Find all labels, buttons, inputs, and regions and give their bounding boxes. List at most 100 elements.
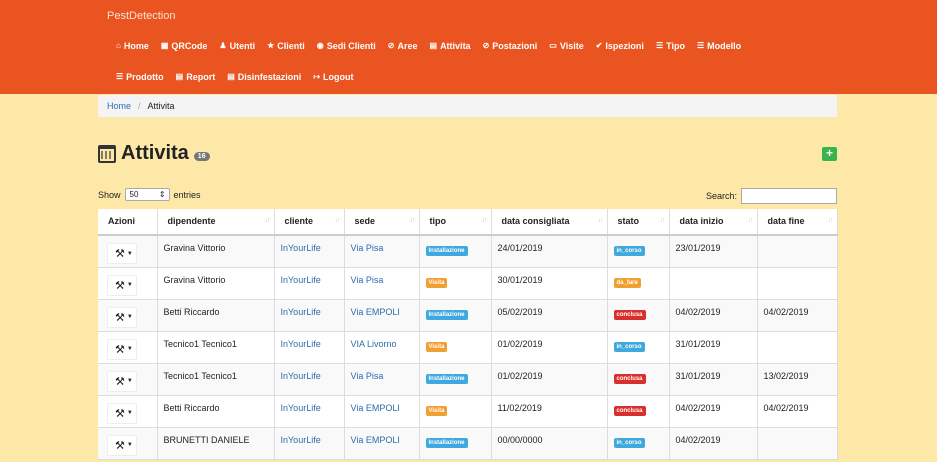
cell-data-consigliata: 30/01/2019 — [491, 267, 608, 300]
column-header-stato[interactable]: stato ↓↑ — [607, 209, 670, 236]
column-header-data-inizio[interactable]: data inizio ↓↑ — [669, 209, 758, 236]
nav-item-ispezioni[interactable]: ✔ Ispezioni — [596, 41, 644, 51]
nav-item-label: Prodotto — [126, 72, 164, 82]
column-header-dipendente[interactable]: dipendente ↓↑ — [157, 209, 275, 236]
column-header-cliente[interactable]: cliente ↓↑ — [274, 209, 345, 236]
cell-sede: Via Pisa — [344, 363, 420, 396]
brand-logo[interactable]: PestDetection — [107, 10, 175, 22]
status-badge: in_corso — [613, 246, 645, 256]
sort-arrows-icon: ↓↑ — [334, 217, 341, 224]
cell-cliente: InYourLife — [274, 267, 345, 300]
cell-stato: conclusa — [607, 299, 670, 332]
report-icon: ▤ — [175, 72, 184, 81]
nav-item-label: Logout — [323, 72, 354, 82]
cell-azioni: ⚒ ▼ — [98, 395, 158, 428]
tipo-badge: Installazione — [425, 373, 468, 384]
cliente-link[interactable]: InYourLife — [281, 371, 321, 381]
nav-item-modello[interactable]: ☰ Modello — [697, 41, 741, 51]
actions-dropdown-button[interactable]: ⚒ ▼ — [107, 370, 137, 392]
entries-select[interactable]: 50 ⇕ — [124, 188, 170, 201]
cell-data-fine: 04/02/2019 — [757, 299, 838, 332]
nav-item-prodotto[interactable]: ☰ Prodotto — [116, 72, 164, 82]
cell-sede: Via EMPOLI — [344, 299, 420, 332]
search-input[interactable] — [741, 188, 838, 204]
actions-dropdown-button[interactable]: ⚒ ▼ — [107, 434, 137, 456]
cliente-link[interactable]: InYourLife — [281, 435, 321, 445]
attivita-icon: ▤ — [429, 41, 438, 50]
breadcrumb-home-link[interactable]: Home — [107, 101, 131, 111]
sede-link[interactable]: Via Pisa — [351, 371, 384, 381]
nav-item-sedi-clienti[interactable]: ◉ Sedi Clienti — [317, 41, 376, 51]
nav-item-label: Report — [186, 72, 216, 82]
search-label: Search: — [706, 191, 738, 201]
nav-item-home[interactable]: ⌂ Home — [116, 41, 149, 51]
entries-label: entries — [173, 189, 201, 200]
cell-data-consigliata: 01/02/2019 — [491, 331, 608, 364]
cell-tipo: Installazione — [419, 363, 492, 396]
cliente-link[interactable]: InYourLife — [281, 403, 321, 413]
cell-dipendente: Gravina Vittorio — [157, 267, 275, 300]
actions-dropdown-button[interactable]: ⚒ ▼ — [107, 338, 137, 360]
tipo-badge: Visita — [425, 277, 448, 288]
add-activity-button[interactable]: + — [822, 147, 837, 161]
sede-link[interactable]: Via Pisa — [351, 243, 384, 253]
column-header-tipo[interactable]: tipo ↓↑ — [419, 209, 492, 236]
nav-item-tipo[interactable]: ☰ Tipo — [656, 41, 685, 51]
column-header-data-fine[interactable]: data fine ↓↑ — [757, 209, 838, 236]
nav-item-clienti[interactable]: ★ Clienti — [267, 41, 305, 51]
table-row: ⚒ ▼ Betti Riccardo InYourLife Via EMPOLI Inst… — [98, 299, 838, 332]
cell-data-inizio: 04/02/2019 — [669, 395, 758, 428]
nav-item-label: Sedi Clienti — [326, 41, 376, 51]
wrench-icon: ⚒ — [115, 439, 125, 452]
actions-dropdown-button[interactable]: ⚒ ▼ — [107, 306, 137, 328]
column-header-data-consigliata[interactable]: data consigliata ↓↑ — [491, 209, 608, 236]
nav-item-aree[interactable]: ⊘ Aree — [388, 41, 418, 51]
nav-item-postazioni[interactable]: ⊘ Postazioni — [483, 41, 538, 51]
cell-cliente: InYourLife — [274, 299, 345, 332]
nav-item-attivita[interactable]: ▤ Attivita — [430, 41, 471, 51]
page-header: Attivita 16 — [98, 142, 210, 165]
cell-stato: conclusa — [607, 395, 670, 428]
cliente-link[interactable]: InYourLife — [281, 307, 321, 317]
column-header-sede[interactable]: sede ↓↑ — [344, 209, 420, 236]
nav-item-report[interactable]: ▤ Report — [176, 72, 216, 82]
actions-dropdown-button[interactable]: ⚒ ▼ — [107, 402, 137, 424]
cell-azioni: ⚒ ▼ — [98, 427, 158, 460]
actions-dropdown-button[interactable]: ⚒ ▼ — [107, 243, 137, 264]
cell-azioni: ⚒ ▼ — [98, 299, 158, 332]
sede-link[interactable]: Via EMPOLI — [351, 435, 400, 445]
table-row: ⚒ ▼ Gravina Vittorio InYourLife Via Pisa Inst… — [98, 235, 838, 268]
status-badge: da_fare — [613, 277, 641, 288]
nav-item-label: Postazioni — [492, 41, 538, 51]
cliente-link[interactable]: InYourLife — [281, 243, 321, 253]
cliente-link[interactable]: InYourLife — [281, 275, 321, 285]
sede-link[interactable]: Via Pisa — [351, 275, 384, 285]
sede-link[interactable]: Via EMPOLI — [351, 403, 400, 413]
cell-cliente: InYourLife — [274, 363, 345, 396]
column-header-label: data inizio — [679, 216, 724, 226]
nav-item-visite[interactable]: ▭ Visite — [549, 41, 583, 51]
nav-item-qrcode[interactable]: ▦ QRCode — [161, 41, 208, 51]
cell-data-consigliata: 05/02/2019 — [491, 299, 608, 332]
sort-arrows-icon: ↓↑ — [827, 217, 834, 224]
page-title: Attivita — [121, 142, 189, 164]
status-badge: in_corso — [613, 341, 645, 352]
nav-item-disinfestazioni[interactable]: ▤ Disinfestazioni — [227, 72, 301, 82]
tipo-badge: Visita — [425, 341, 448, 352]
table-row: ⚒ ▼ Tecnico1 Tecnico1 InYourLife VIA Livorno… — [98, 331, 838, 364]
cell-sede: Via EMPOLI — [344, 395, 420, 428]
cell-sede: Via EMPOLI — [344, 427, 420, 460]
nav-menu-row-2: ☰ Prodotto ▤ Report ▤ Disinfestazioni ↦ Logout — [116, 72, 354, 82]
cliente-link[interactable]: InYourLife — [281, 339, 321, 349]
actions-dropdown-button[interactable]: ⚒ ▼ — [107, 274, 137, 296]
table-body: ⚒ ▼ Gravina Vittorio InYourLife Via Pisa Inst… — [98, 235, 838, 460]
disinfestazioni-icon: ▤ — [227, 72, 235, 81]
cell-data-inizio: 04/02/2019 — [669, 299, 758, 332]
cell-data-fine — [757, 267, 838, 300]
nav-item-logout[interactable]: ↦ Logout — [313, 72, 353, 82]
caret-down-icon: ▼ — [126, 442, 133, 448]
sede-link[interactable]: VIA Livorno — [351, 339, 397, 349]
sede-link[interactable]: Via EMPOLI — [351, 307, 400, 317]
nav-item-utenti[interactable]: ♟ Utenti — [219, 41, 255, 51]
status-badge: conclusa — [613, 309, 646, 320]
